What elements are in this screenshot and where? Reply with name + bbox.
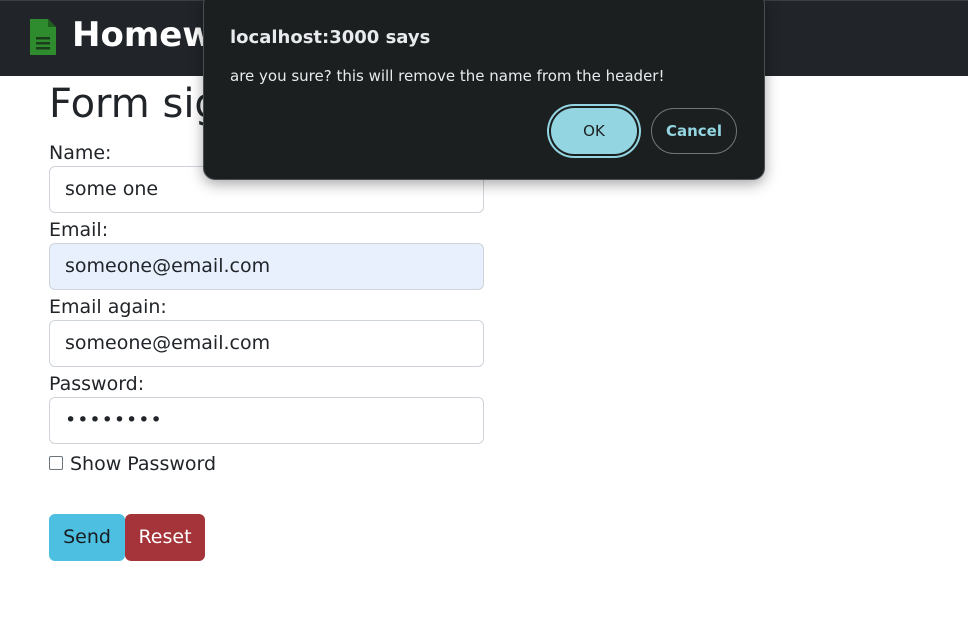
password-label: Password: (49, 373, 145, 395)
cancel-button[interactable]: Cancel (651, 108, 737, 154)
dialog-title: localhost:3000 says (230, 27, 431, 48)
dialog-message: are you sure? this will remove the name … (230, 67, 665, 85)
send-button[interactable]: Send (49, 514, 125, 561)
email-label: Email: (49, 219, 109, 241)
reset-button[interactable]: Reset (125, 514, 205, 561)
email-again-label: Email again: (49, 296, 167, 318)
show-password-checkbox[interactable] (49, 456, 63, 470)
email-again-input[interactable]: someone@email.com (49, 320, 484, 367)
confirm-dialog: localhost:3000 says are you sure? this w… (203, 0, 765, 180)
password-input[interactable]: •••••••• (49, 397, 484, 444)
ok-button[interactable]: OK (551, 108, 637, 154)
show-password-label[interactable]: Show Password (70, 452, 216, 476)
document-icon (28, 17, 58, 57)
email-input[interactable]: someone@email.com (49, 243, 484, 290)
name-label: Name: (49, 142, 112, 164)
